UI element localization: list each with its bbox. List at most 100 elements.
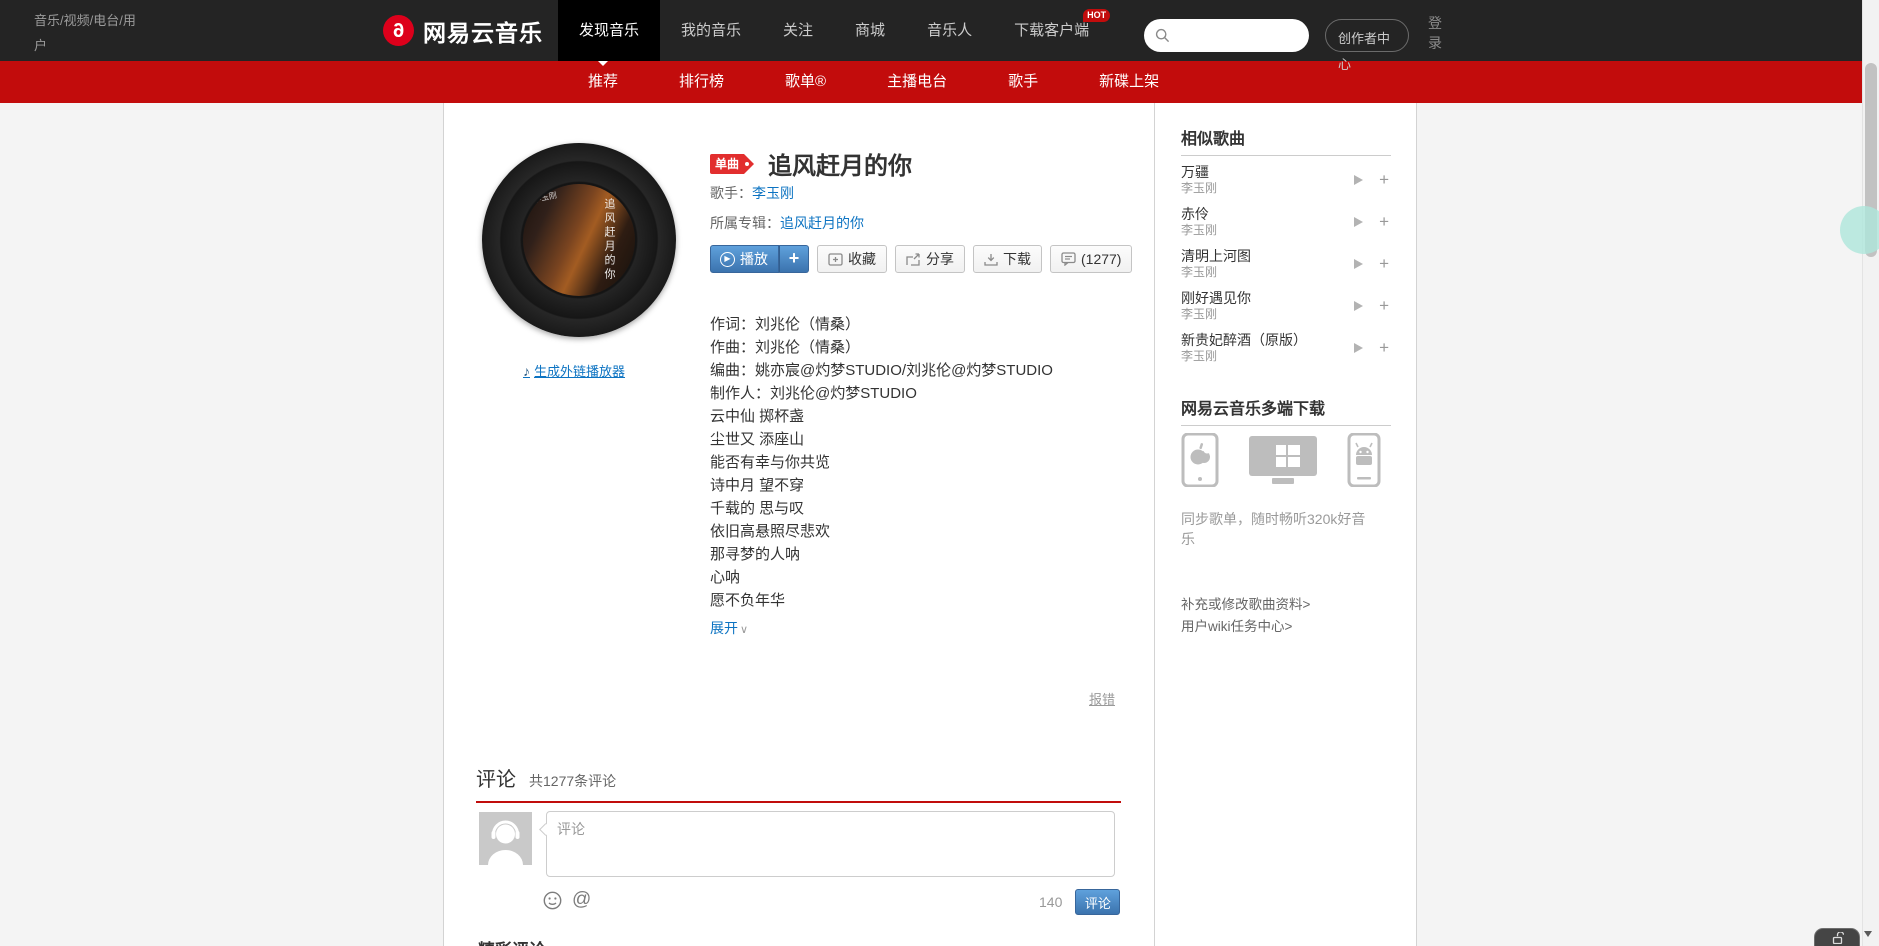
add-to-playlist-button[interactable]: +	[779, 245, 809, 273]
top-nav-label: 音乐人	[927, 22, 972, 39]
similar-song-title[interactable]: 新贵妃醉酒（原版）	[1181, 332, 1307, 349]
comments-header: 评论 共1277条评论	[476, 763, 1121, 803]
top-nav-label: 发现音乐	[579, 22, 639, 39]
play-button[interactable]: ▶ 播放	[710, 245, 779, 273]
top-nav-item[interactable]: 商城	[834, 0, 906, 61]
sub-nav-item[interactable]: 歌单®	[785, 61, 826, 103]
album-art-vinyl: 李玉刚 追风赶月的你	[482, 143, 676, 337]
lyric-line: 诗中月 望不穿	[710, 474, 1140, 497]
artist-link[interactable]: 李玉刚	[752, 185, 794, 201]
album-link[interactable]: 追风赶月的你	[780, 215, 864, 231]
sub-nav-item[interactable]: 主播电台	[887, 61, 947, 103]
similar-songs-list: 万疆 李玉刚 + 赤伶 李玉刚	[1181, 163, 1391, 373]
lyric-line: 尘世又 添座山	[710, 428, 1140, 451]
similar-songs-heading: 相似歌曲	[1181, 125, 1391, 156]
device-icons	[1181, 433, 1381, 487]
screen: 6 网易云音乐 发现音乐 我的音乐 关注	[0, 0, 1879, 946]
lyric-line: 制作人：刘兆伦@灼梦STUDIO	[710, 382, 1140, 405]
login-link[interactable]: 登录	[1428, 13, 1444, 53]
player-lock-tab[interactable]	[1814, 928, 1860, 946]
play-song-icon[interactable]	[1354, 259, 1363, 269]
sub-nav-item[interactable]: 新碟上架	[1099, 61, 1159, 103]
iphone-download-icon[interactable]	[1181, 433, 1219, 487]
android-download-icon[interactable]	[1347, 433, 1381, 487]
favorite-icon	[828, 253, 843, 266]
top-nav-label: 商城	[855, 22, 885, 39]
download-button[interactable]: 下载	[973, 245, 1042, 273]
play-icon: ▶	[720, 252, 735, 267]
sub-nav-item[interactable]: 排行榜	[679, 61, 724, 103]
top-nav-item[interactable]: 音乐人	[906, 0, 993, 61]
share-icon	[906, 253, 921, 266]
similar-song-row: 清明上河图 李玉刚 +	[1181, 247, 1391, 280]
top-nav-item[interactable]: 发现音乐	[558, 0, 660, 61]
song-title: 追风赶月的你	[768, 146, 912, 181]
wiki-links: 补充或修改歌曲资料> 用户wiki任务中心>	[1181, 594, 1391, 638]
similar-song-row: 新贵妃醉酒（原版） 李玉刚 +	[1181, 331, 1391, 364]
comment-submit-button[interactable]: 评论	[1075, 889, 1120, 915]
share-button[interactable]: 分享	[895, 245, 965, 273]
similar-song-title[interactable]: 赤伶	[1181, 206, 1217, 223]
hot-comments-header: 精彩评论	[478, 936, 1121, 946]
netease-logo-icon: 6	[383, 15, 414, 46]
play-song-icon[interactable]	[1354, 343, 1363, 353]
play-song-icon[interactable]	[1354, 301, 1363, 311]
comment-textarea[interactable]	[546, 811, 1115, 877]
similar-song-row: 赤伶 李玉刚 +	[1181, 205, 1391, 238]
lyric-line: 编曲：姚亦宸@灼梦STUDIO/刘兆伦@灼梦STUDIO	[710, 359, 1140, 382]
top-nav-item[interactable]: 我的音乐	[660, 0, 762, 61]
add-song-icon[interactable]: +	[1379, 339, 1389, 356]
similar-song-title[interactable]: 万疆	[1181, 164, 1217, 181]
similar-song-title[interactable]: 刚好遇见你	[1181, 290, 1251, 307]
lyric-line: 心呐	[710, 566, 1140, 589]
emoji-icon[interactable]	[543, 891, 562, 910]
add-song-icon[interactable]: +	[1379, 297, 1389, 314]
char-count: 140	[1039, 894, 1062, 910]
top-nav-label: 关注	[783, 22, 813, 39]
lyric-line: 依旧高悬照尽悲欢	[710, 520, 1140, 543]
album-row: 所属专辑：追风赶月的你	[710, 213, 864, 233]
play-song-icon[interactable]	[1354, 217, 1363, 227]
vertical-scrollbar[interactable]	[1862, 0, 1879, 946]
main-content: 李玉刚 追风赶月的你 ♪ 生成外链播放器 单曲 追风赶月的你 歌手：李玉刚 所属…	[443, 103, 1417, 946]
action-buttons: ▶ 播放 + 收藏 分享 下载 (1277)	[710, 245, 1132, 273]
search-box[interactable]	[1144, 19, 1309, 52]
similar-song-title[interactable]: 清明上河图	[1181, 248, 1251, 265]
sub-nav-item[interactable]: 推荐	[588, 61, 618, 103]
top-navbar: 6 网易云音乐 发现音乐 我的音乐 关注	[0, 0, 1879, 61]
lyric-line: 愿不负年华	[710, 589, 1140, 612]
column-divider	[1154, 103, 1155, 946]
artist-row: 歌手：李玉刚	[710, 183, 794, 203]
windows-pc-download-icon[interactable]	[1247, 434, 1319, 486]
report-error-link[interactable]: 报错	[1089, 689, 1115, 708]
search-icon	[1155, 28, 1170, 43]
similar-song-artist: 李玉刚	[1181, 181, 1217, 196]
add-song-icon[interactable]: +	[1379, 213, 1389, 230]
album-label: 所属专辑：	[710, 215, 780, 231]
creator-center-label: 创作者中心	[1338, 26, 1394, 78]
sub-nav-item[interactable]: 歌手	[1008, 61, 1038, 103]
expand-lyrics-link[interactable]: 展开∨	[710, 618, 748, 638]
play-song-icon[interactable]	[1354, 175, 1363, 185]
wiki-link[interactable]: 用户wiki任务中心>	[1181, 616, 1391, 638]
add-song-icon[interactable]: +	[1379, 171, 1389, 188]
mention-icon[interactable]: @	[572, 889, 591, 911]
top-nav-label: 下载客户端	[1014, 22, 1089, 39]
lyric-line: 作曲：刘兆伦（情桑）	[710, 336, 1140, 359]
artist-label: 歌手：	[710, 185, 752, 201]
favorite-button[interactable]: 收藏	[817, 245, 887, 273]
lyric-line: 云中仙 掷杯盏	[710, 405, 1140, 428]
top-nav-item[interactable]: 关注	[762, 0, 834, 61]
similar-song-artist: 李玉刚	[1181, 223, 1217, 238]
generate-outlink-player-link[interactable]: ♪ 生成外链播放器	[523, 361, 625, 380]
comment-input-wrap	[546, 811, 1115, 877]
single-type-badge: 单曲	[710, 154, 754, 174]
unlock-icon	[1831, 932, 1844, 944]
wiki-link[interactable]: 补充或修改歌曲资料>	[1181, 594, 1391, 616]
add-song-icon[interactable]: +	[1379, 255, 1389, 272]
comment-submit-row: 140 评论	[1039, 889, 1120, 915]
similar-song-artist: 李玉刚	[1181, 349, 1307, 364]
top-nav-item[interactable]: 下载客户端 HOT	[993, 0, 1110, 61]
comment-count-button[interactable]: (1277)	[1050, 245, 1132, 273]
brand-logo[interactable]: 6 网易云音乐	[383, 0, 543, 61]
